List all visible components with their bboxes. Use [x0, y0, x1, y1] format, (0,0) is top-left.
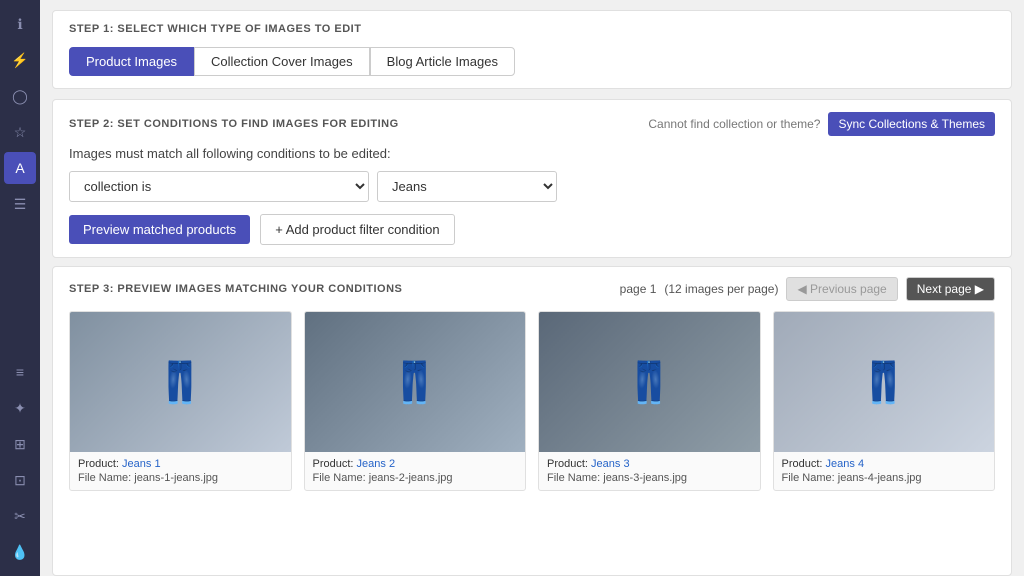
image-card-4: 👖 Product: Jeans 4 File Name: jeans-4-je…: [773, 311, 996, 491]
list-icon[interactable]: ≡: [4, 356, 36, 388]
cannot-find-text: Cannot find collection or theme?: [648, 117, 820, 131]
preview-matched-products-button[interactable]: Preview matched products: [69, 215, 250, 244]
step2-header-row: STEP 2: SET CONDITIONS TO FIND IMAGES FO…: [69, 112, 995, 136]
scissor-icon[interactable]: ✂: [4, 500, 36, 532]
image-type-tabs: Product Images Collection Cover Images B…: [69, 47, 995, 76]
product-label-1: Product: Jeans 1: [78, 458, 283, 470]
image-card-3: 👖 Product: Jeans 3 File Name: jeans-3-je…: [538, 311, 761, 491]
per-page-info: (12 images per page): [664, 282, 778, 296]
product-label-4: Product: Jeans 4: [782, 458, 987, 470]
monitor-icon[interactable]: ⊡: [4, 464, 36, 496]
condition-type-select[interactable]: collection is: [69, 171, 369, 202]
image-card-2: 👖 Product: Jeans 2 File Name: jeans-2-je…: [304, 311, 527, 491]
condition-row: collection is Jeans: [69, 171, 995, 202]
step3-panel: STEP 3: PREVIEW IMAGES MATCHING YOUR CON…: [52, 266, 1012, 576]
image-info-1: Product: Jeans 1 File Name: jeans-1-jean…: [70, 452, 291, 490]
step1-header: STEP 1: SELECT WHICH TYPE OF IMAGES TO E…: [69, 23, 995, 35]
clock-icon[interactable]: ◯: [4, 80, 36, 112]
puzzle-icon[interactable]: ✦: [4, 392, 36, 424]
product-image-1: 👖: [70, 312, 291, 452]
product-label-2: Product: Jeans 2: [313, 458, 518, 470]
product-link-2[interactable]: Jeans 2: [357, 458, 396, 470]
step1-panel: STEP 1: SELECT WHICH TYPE OF IMAGES TO E…: [52, 10, 1012, 89]
main-content: STEP 1: SELECT WHICH TYPE OF IMAGES TO E…: [40, 0, 1024, 576]
conditions-description: Images must match all following conditio…: [69, 146, 995, 161]
step2-header: STEP 2: SET CONDITIONS TO FIND IMAGES FO…: [69, 118, 399, 130]
add-filter-button[interactable]: Add product filter condition: [260, 214, 454, 245]
product-image-3: 👖: [539, 312, 760, 452]
image-grid: 👖 Product: Jeans 1 File Name: jeans-1-je…: [69, 311, 995, 491]
star-icon[interactable]: ☆: [4, 116, 36, 148]
product-link-4[interactable]: Jeans 4: [826, 458, 865, 470]
product-link-3[interactable]: Jeans 3: [591, 458, 630, 470]
product-image-4: 👖: [774, 312, 995, 452]
lightning-icon[interactable]: ⚡: [4, 44, 36, 76]
image-info-2: Product: Jeans 2 File Name: jeans-2-jean…: [305, 452, 526, 490]
document-icon[interactable]: ☰: [4, 188, 36, 220]
filename-2: File Name: jeans-2-jeans.jpg: [313, 472, 518, 484]
product-image-2: 👖: [305, 312, 526, 452]
grid-icon[interactable]: ⊞: [4, 428, 36, 460]
step3-header: STEP 3: PREVIEW IMAGES MATCHING YOUR CON…: [69, 283, 402, 295]
pagination-info: page 1 (12 images per page) ◀ Previous p…: [620, 277, 995, 301]
condition-value-select[interactable]: Jeans: [377, 171, 557, 202]
action-row: Preview matched products Add product fil…: [69, 214, 995, 245]
prev-page-button: ◀ Previous page: [786, 277, 897, 301]
product-label-3: Product: Jeans 3: [547, 458, 752, 470]
cannot-find-row: Cannot find collection or theme? Sync Co…: [648, 112, 995, 136]
text-icon[interactable]: A: [4, 152, 36, 184]
image-info-4: Product: Jeans 4 File Name: jeans-4-jean…: [774, 452, 995, 490]
sync-collections-button[interactable]: Sync Collections & Themes: [828, 112, 995, 136]
filename-4: File Name: jeans-4-jeans.jpg: [782, 472, 987, 484]
image-card-1: 👖 Product: Jeans 1 File Name: jeans-1-je…: [69, 311, 292, 491]
info-icon[interactable]: ℹ: [4, 8, 36, 40]
next-page-button[interactable]: Next page ▶: [906, 277, 995, 301]
drop-icon[interactable]: 💧: [4, 536, 36, 568]
image-info-3: Product: Jeans 3 File Name: jeans-3-jean…: [539, 452, 760, 490]
tab-blog-article-images[interactable]: Blog Article Images: [370, 47, 515, 76]
step3-header-row: STEP 3: PREVIEW IMAGES MATCHING YOUR CON…: [69, 277, 995, 301]
sidebar: ℹ ⚡ ◯ ☆ A ☰ ≡ ✦ ⊞ ⊡ ✂ 💧: [0, 0, 40, 576]
filename-3: File Name: jeans-3-jeans.jpg: [547, 472, 752, 484]
tab-collection-cover-images[interactable]: Collection Cover Images: [194, 47, 370, 76]
tab-product-images[interactable]: Product Images: [69, 47, 194, 76]
filename-1: File Name: jeans-1-jeans.jpg: [78, 472, 283, 484]
step2-panel: STEP 2: SET CONDITIONS TO FIND IMAGES FO…: [52, 99, 1012, 258]
product-link-1[interactable]: Jeans 1: [122, 458, 161, 470]
page-number: page 1: [620, 282, 657, 296]
